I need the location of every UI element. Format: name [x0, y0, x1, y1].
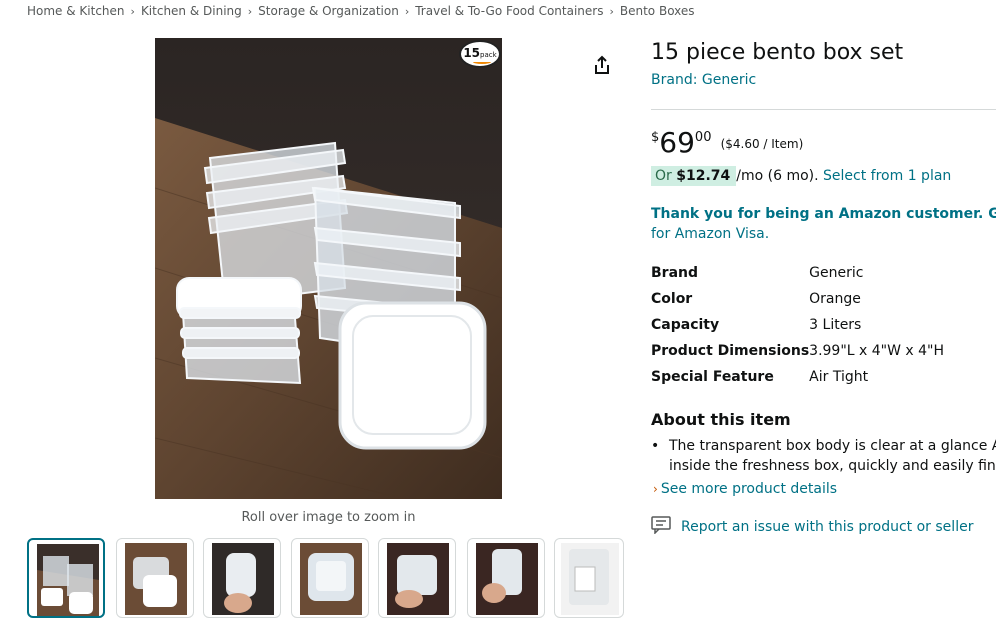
spec-row: Capacity 3 Liters — [651, 312, 944, 338]
monthly-suffix: /mo (6 mo). — [736, 168, 824, 184]
promo-line-1: Thank you for being an Amazon customer. … — [651, 206, 996, 222]
pack-count-badge: 15pack — [459, 40, 501, 68]
share-button[interactable] — [591, 54, 613, 76]
select-plan-link[interactable]: Select from 1 plan — [823, 168, 951, 184]
about-section-title: About this item — [651, 410, 791, 429]
chevron-right-icon: › — [653, 482, 658, 496]
zoom-hint: Roll over image to zoom in — [241, 510, 416, 525]
thumbnail-1[interactable] — [27, 538, 105, 618]
about-bullet-line-2: inside the freshness box, quickly and ea… — [669, 458, 996, 474]
spec-value: Air Tight — [809, 369, 869, 385]
product-specs-table: Brand Generic Color Orange Capacity 3 Liter… — [651, 260, 944, 390]
breadcrumb-bento-boxes[interactable]: Bento Boxes — [620, 4, 695, 18]
spec-key: Capacity — [651, 317, 720, 333]
product-title: 15 piece bento box set — [651, 40, 904, 65]
report-issue-label: Report an issue with this product or sel… — [681, 519, 974, 535]
report-issue-link[interactable]: Report an issue with this product or sel… — [651, 516, 973, 538]
spec-row: Color Orange — [651, 286, 944, 312]
spec-value: Generic — [809, 265, 864, 281]
spec-value: 3 Liters — [809, 317, 862, 333]
main-product-image[interactable] — [155, 38, 502, 499]
about-bullet-line-1: The transparent box body is clear at a g… — [669, 438, 996, 454]
thumbnail-3[interactable] — [203, 538, 281, 618]
breadcrumb-home-kitchen[interactable]: Home & Kitchen — [27, 4, 125, 18]
monthly-payment-badge: Or $12.74 — [651, 166, 737, 186]
spec-key: Color — [651, 291, 693, 307]
price-per-unit: ($4.60 / Item) — [720, 137, 804, 151]
breadcrumb-travel-food-containers[interactable]: Travel & To-Go Food Containers — [415, 4, 603, 18]
breadcrumb-separator: › — [404, 5, 410, 18]
bullet-dot-icon: • — [651, 438, 660, 454]
thumbnail-2[interactable] — [116, 538, 194, 618]
breadcrumb-separator: › — [609, 5, 614, 18]
price-whole: 69 — [659, 126, 695, 159]
see-more-label: See more product details — [660, 481, 838, 497]
thumbnail-5[interactable] — [378, 538, 456, 618]
price-fraction: 00 — [694, 130, 712, 145]
brand-link[interactable]: Brand: Generic — [651, 72, 756, 88]
breadcrumb-kitchen-dining[interactable]: Kitchen & Dining — [141, 4, 242, 18]
report-flag-icon — [651, 516, 671, 538]
spec-row: Special Feature Air Tight — [651, 364, 944, 390]
share-icon — [595, 55, 609, 74]
breadcrumb: Home & Kitchen › Kitchen & Dining › Storage … — [27, 4, 695, 18]
breadcrumb-storage-organization[interactable]: Storage & Organization — [258, 4, 399, 18]
pack-count-word: pack — [480, 51, 497, 59]
divider — [651, 109, 996, 110]
price-symbol: $ — [651, 130, 660, 145]
spec-value: Orange — [809, 291, 861, 307]
promo-line-2: for Amazon Visa. — [651, 226, 770, 242]
visa-promo-link[interactable]: Thank you for being an Amazon customer. … — [651, 204, 996, 244]
breadcrumb-separator: › — [130, 5, 135, 18]
spec-key: Product Dimensions — [651, 343, 810, 359]
spec-row: Product Dimensions 3.99"L x 4"W x 4"H — [651, 338, 944, 364]
monthly-prefix: Or — [655, 168, 677, 184]
thumbnail-6[interactable] — [467, 538, 545, 618]
thumbnail-7[interactable] — [554, 538, 624, 618]
spec-value: 3.99"L x 4"W x 4"H — [809, 343, 945, 359]
monthly-payment: Or $12.74/mo (6 mo). Select from 1 plan — [651, 166, 951, 186]
pack-count-number: 15 — [463, 46, 481, 60]
brand-smile-icon — [473, 60, 491, 64]
thumbnail-4[interactable] — [291, 538, 369, 618]
price-block: $6900 ($4.60 / Item) — [651, 126, 803, 159]
breadcrumb-separator: › — [247, 5, 253, 18]
spec-key: Brand — [651, 265, 699, 281]
spec-row: Brand Generic — [651, 260, 944, 286]
spec-key: Special Feature — [651, 369, 774, 385]
monthly-amount: $12.74 — [676, 168, 731, 184]
see-more-details-link[interactable]: › See more product details — [653, 481, 837, 497]
about-bullet: • The transparent box body is clear at a… — [651, 436, 996, 476]
